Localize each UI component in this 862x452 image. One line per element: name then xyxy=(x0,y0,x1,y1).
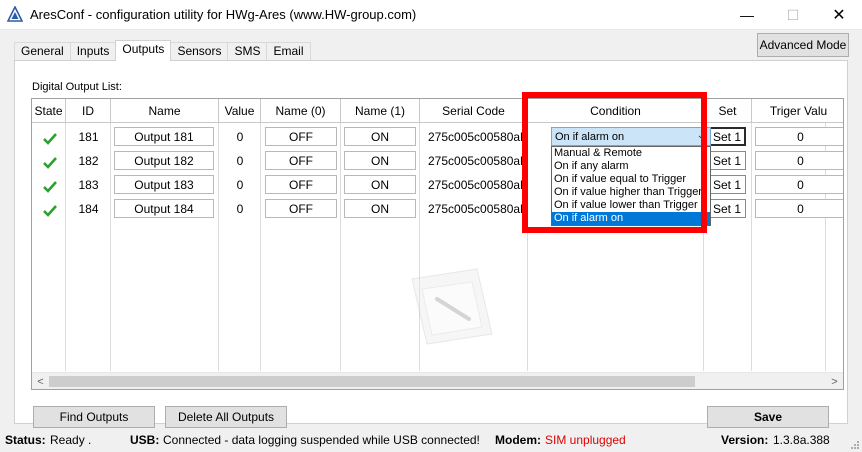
name-field[interactable]: Output 183 xyxy=(114,175,214,194)
value-cell: 0 xyxy=(236,153,244,168)
serial-cell: 275c005c00580aba xyxy=(428,177,526,192)
scroll-right-icon[interactable]: > xyxy=(826,373,843,389)
condition-combobox[interactable]: On if alarm on ⌄ xyxy=(551,127,711,146)
name0-field[interactable]: OFF xyxy=(265,151,337,170)
close-button[interactable]: ✕ xyxy=(816,0,862,30)
column-header-name0[interactable]: Name (0) xyxy=(261,99,341,123)
version-label: Version: xyxy=(721,433,769,447)
column-header-name[interactable]: Name xyxy=(111,99,219,123)
name-field[interactable]: Output 182 xyxy=(114,151,214,170)
trigger-field[interactable]: 0 xyxy=(755,127,843,146)
tab-outputs[interactable]: Outputs xyxy=(115,40,172,61)
title-bar: AresConf - configuration utility for HWg… xyxy=(0,0,862,30)
tab-strip: General Inputs Outputs Sensors SMS Email xyxy=(14,40,311,61)
name0-field[interactable]: OFF xyxy=(265,175,337,194)
column-header-condition[interactable]: Condition xyxy=(528,99,704,123)
usb-label: USB: xyxy=(130,433,160,447)
status-label: Status: xyxy=(5,433,46,447)
column-header-trigger[interactable]: Triger Valu xyxy=(752,99,843,123)
name1-field[interactable]: ON xyxy=(344,175,416,194)
usb-value: Connected - data logging suspended while… xyxy=(163,433,480,447)
set-button[interactable]: Set 1 xyxy=(708,175,746,194)
trigger-field[interactable]: 0 xyxy=(755,175,843,194)
minimize-button[interactable]: — xyxy=(724,0,770,30)
tab-email[interactable]: Email xyxy=(266,42,311,60)
chevron-down-icon[interactable]: ⌄ xyxy=(697,130,705,141)
watermark-graphic xyxy=(411,268,493,345)
grid-line xyxy=(751,123,752,371)
set-button[interactable]: Set 1 xyxy=(708,199,746,218)
tab-inputs[interactable]: Inputs xyxy=(69,42,117,60)
window-title: AresConf - configuration utility for HWg… xyxy=(30,7,417,22)
name1-field[interactable]: ON xyxy=(344,151,416,170)
modem-value: SIM unplugged xyxy=(545,433,626,447)
maximize-button[interactable]: ☐ xyxy=(770,0,816,30)
delete-all-label: Delete All Outputs xyxy=(177,410,275,424)
find-outputs-label: Find Outputs xyxy=(59,410,129,424)
save-button[interactable]: Save xyxy=(707,406,829,428)
column-header-serial[interactable]: Serial Code xyxy=(420,99,528,123)
tab-general[interactable]: General xyxy=(14,42,71,60)
name0-field[interactable]: OFF xyxy=(265,199,337,218)
name1-field[interactable]: ON xyxy=(344,127,416,146)
trigger-field[interactable]: 0 xyxy=(755,151,843,170)
app-logo-icon xyxy=(7,6,23,22)
set-button[interactable]: Set 1 xyxy=(708,127,746,146)
outputs-panel: Digital Output List: State ID Name Value… xyxy=(14,60,848,428)
find-outputs-button[interactable]: Find Outputs xyxy=(33,406,155,428)
version-value: 1.3.8a.388 xyxy=(773,433,830,447)
dropdown-option[interactable]: On if value equal to Trigger xyxy=(552,173,710,186)
value-cell: 0 xyxy=(236,201,244,216)
green-check-icon xyxy=(43,181,57,193)
status-value: Ready . xyxy=(50,433,92,447)
id-cell: 184 xyxy=(78,201,99,216)
horizontal-scrollbar[interactable]: < > xyxy=(32,372,843,389)
dropdown-option[interactable]: Manual & Remote xyxy=(552,147,710,160)
id-cell: 182 xyxy=(78,153,99,168)
advanced-mode-button[interactable]: Advanced Mode xyxy=(757,33,849,57)
client-area: General Inputs Outputs Sensors SMS Email… xyxy=(0,30,862,452)
column-header-set[interactable]: Set xyxy=(704,99,752,123)
condition-selected-value: On if alarm on xyxy=(555,130,625,143)
grid-line xyxy=(340,123,341,371)
dropdown-option[interactable]: On if value higher than Trigger xyxy=(552,186,710,199)
resize-grip-icon[interactable] xyxy=(850,440,860,450)
column-header-value[interactable]: Value xyxy=(219,99,261,123)
grid-line xyxy=(527,123,528,371)
name0-field[interactable]: OFF xyxy=(265,127,337,146)
output-grid[interactable]: State ID Name Value Name (0) Name (1) Se… xyxy=(31,98,844,390)
dropdown-option-selected[interactable]: On if alarm on xyxy=(552,212,710,225)
serial-cell: 275c005c00580aba xyxy=(428,201,526,216)
scrollbar-thumb[interactable] xyxy=(49,376,695,387)
condition-dropdown-list[interactable]: Manual & Remote On if any alarm On if va… xyxy=(551,146,711,226)
column-header-id[interactable]: ID xyxy=(66,99,111,123)
value-cell: 0 xyxy=(236,177,244,192)
name-field[interactable]: Output 184 xyxy=(114,199,214,218)
save-label: Save xyxy=(753,410,783,424)
name-field[interactable]: Output 181 xyxy=(114,127,214,146)
green-check-icon xyxy=(43,157,57,169)
id-cell: 183 xyxy=(78,177,99,192)
scroll-left-icon[interactable]: < xyxy=(32,373,49,389)
value-cell: 0 xyxy=(236,129,244,144)
tab-sms[interactable]: SMS xyxy=(227,42,268,60)
tab-sensors[interactable]: Sensors xyxy=(170,42,229,60)
modem-label: Modem: xyxy=(495,433,541,447)
name1-field[interactable]: ON xyxy=(344,199,416,218)
serial-cell: 275c005c00580aba xyxy=(428,129,526,144)
status-bar: Status: Ready . USB: Connected - data lo… xyxy=(0,428,862,452)
column-header-name1[interactable]: Name (1) xyxy=(341,99,420,123)
id-cell: 181 xyxy=(78,129,99,144)
dropdown-option[interactable]: On if any alarm xyxy=(552,160,710,173)
set-button[interactable]: Set 1 xyxy=(708,151,746,170)
serial-cell: 275c005c00580aba xyxy=(428,153,526,168)
trigger-field[interactable]: 0 xyxy=(755,199,843,218)
dropdown-option[interactable]: On if value lower than Trigger xyxy=(552,199,710,212)
column-header-state[interactable]: State xyxy=(32,99,66,123)
list-label: Digital Output List: xyxy=(32,81,122,93)
delete-all-outputs-button[interactable]: Delete All Outputs xyxy=(165,406,287,428)
green-check-icon xyxy=(43,133,57,145)
green-check-icon xyxy=(43,205,57,217)
